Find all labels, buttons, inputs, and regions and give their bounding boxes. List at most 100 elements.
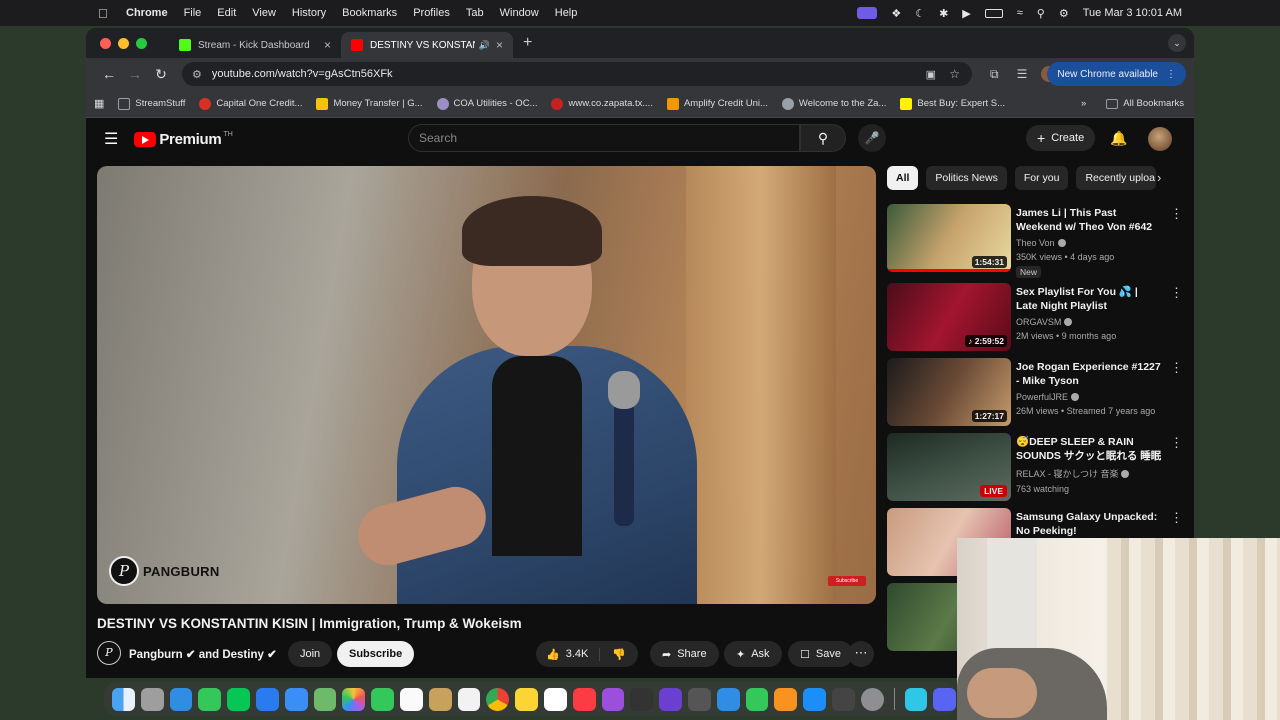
- finder-app-icon[interactable]: [112, 687, 135, 711]
- menubar-clock[interactable]: Tue Mar 3 10:01 AM: [1083, 7, 1182, 19]
- subscribe-button[interactable]: Subscribe: [337, 641, 415, 667]
- system-settings-app-icon[interactable]: [860, 687, 884, 711]
- chevron-right-icon[interactable]: ›: [1157, 170, 1161, 185]
- menu-tab[interactable]: Tab: [466, 7, 484, 19]
- wifi-icon[interactable]: ≈: [1017, 7, 1023, 19]
- chevron-right-double-icon[interactable]: »: [1081, 98, 1086, 109]
- new-tab-button[interactable]: +: [523, 34, 532, 52]
- podcasts-app-icon[interactable]: [601, 687, 625, 711]
- apps-grid-icon[interactable]: ▦: [94, 97, 104, 110]
- menu-view[interactable]: View: [252, 7, 276, 19]
- minimize-window-button[interactable]: [118, 37, 129, 49]
- recommended-video[interactable]: 1:27:17 Joe Rogan Experience #1227 - Mik…: [887, 358, 1187, 433]
- save-button[interactable]: ☐ Save: [788, 641, 853, 667]
- video-title[interactable]: 😴DEEP SLEEP & RAIN SOUNDS サクッと眠れる 睡眠用BGM…: [1016, 435, 1162, 463]
- video-thumbnail[interactable]: 1:54:31: [887, 204, 1011, 272]
- bookmark-item[interactable]: Welcome to the Za...: [781, 97, 886, 110]
- launchpad-app-icon[interactable]: [140, 687, 164, 711]
- more-actions-button[interactable]: ⋯: [848, 641, 874, 667]
- bookmark-item[interactable]: StreamStuff: [118, 97, 185, 110]
- music-app-icon[interactable]: [572, 687, 596, 711]
- apple-menu-icon[interactable]: : [98, 6, 112, 21]
- keynote-app-icon[interactable]: [716, 687, 740, 711]
- menu-edit[interactable]: Edit: [217, 7, 236, 19]
- video-thumbnail[interactable]: LIVE: [887, 433, 1011, 501]
- bookmark-item[interactable]: Amplify Credit Uni...: [666, 97, 768, 110]
- dropbox-icon[interactable]: ❖: [891, 7, 901, 20]
- close-tab-icon[interactable]: ×: [496, 38, 503, 52]
- new-chrome-available-button[interactable]: New Chrome available ⋮: [1047, 62, 1186, 86]
- media-control-icon[interactable]: ☰: [1017, 67, 1028, 81]
- bookmark-item[interactable]: COA Utilities - OC...: [436, 97, 537, 110]
- menu-bookmarks[interactable]: Bookmarks: [342, 7, 397, 19]
- safari-app-icon[interactable]: [169, 687, 193, 711]
- channel-name[interactable]: Pangburn ✔ and Destiny ✔: [129, 647, 277, 661]
- extensions-icon[interactable]: ⧉: [990, 67, 999, 82]
- maps-app-icon[interactable]: [313, 687, 337, 711]
- utility-app-icon[interactable]: [904, 687, 928, 711]
- menu-history[interactable]: History: [292, 7, 326, 19]
- video-title[interactable]: Samsung Galaxy Unpacked: No Peeking!: [1016, 510, 1162, 538]
- kebab-menu-icon[interactable]: ⋮: [1170, 510, 1183, 526]
- all-bookmarks-button[interactable]: All Bookmarks: [1123, 98, 1184, 109]
- screen-share-icon[interactable]: [857, 7, 878, 19]
- dislike-button[interactable]: 👎: [600, 648, 626, 661]
- channel-avatar[interactable]: P: [97, 641, 121, 665]
- recommended-video[interactable]: 1:54:31 James Li | This Past Weekend w/ …: [887, 204, 1187, 279]
- menu-file[interactable]: File: [184, 7, 202, 19]
- bookmark-item[interactable]: Capital One Credit...: [199, 97, 302, 110]
- kebab-menu-icon[interactable]: ⋮: [1170, 206, 1183, 222]
- bookmark-item[interactable]: www.co.zapata.tx....: [551, 97, 653, 110]
- numbers-app-icon[interactable]: [745, 687, 769, 711]
- pages-app-icon[interactable]: [774, 687, 798, 711]
- account-avatar[interactable]: [1148, 127, 1172, 151]
- video-thumbnail[interactable]: ♪ 2:59:52: [887, 283, 1011, 351]
- chip-recently-uploaded[interactable]: Recently uploa: [1076, 166, 1157, 190]
- recommended-video[interactable]: LIVE 😴DEEP SLEEP & RAIN SOUNDS サクッと眠れる 睡…: [887, 433, 1187, 508]
- like-button[interactable]: 👍 3.4K: [536, 647, 600, 661]
- battery-icon[interactable]: [984, 8, 1003, 18]
- messages-app-icon[interactable]: [198, 687, 222, 711]
- youtube-premium-logo[interactable]: Premium TH: [134, 131, 233, 148]
- ask-button[interactable]: ✦ Ask: [724, 641, 782, 667]
- join-button[interactable]: Join: [288, 641, 333, 667]
- site-info-icon[interactable]: ⚙: [192, 68, 202, 81]
- notifications-bell-icon[interactable]: 🔔: [1110, 130, 1127, 147]
- back-button[interactable]: ←: [96, 66, 122, 82]
- messenger-app-icon[interactable]: [255, 687, 279, 711]
- script-editor-app-icon[interactable]: [687, 687, 711, 711]
- tab-youtube-video[interactable]: DESTINY VS KONSTANTIN 🔊 ×: [341, 32, 513, 58]
- channel-name[interactable]: ORGAVSM: [1016, 317, 1162, 327]
- kebab-menu-icon[interactable]: ⋮: [1166, 69, 1176, 80]
- close-window-button[interactable]: [100, 37, 111, 49]
- speaker-icon[interactable]: 🔊: [479, 40, 490, 51]
- reminders-app-icon[interactable]: [457, 687, 481, 711]
- bookmark-item[interactable]: Best Buy: Expert S...: [900, 97, 1005, 110]
- channel-name[interactable]: RELAX - 寝かしつけ 音楽: [1016, 467, 1162, 480]
- video-title[interactable]: Sex Playlist For You 💦 | Late Night Play…: [1016, 285, 1162, 313]
- bookmark-star-icon[interactable]: ☆: [949, 67, 960, 81]
- chip-all[interactable]: All: [887, 166, 919, 190]
- video-player[interactable]: P PANGBURN Subscribe: [97, 166, 876, 604]
- discord-app-icon[interactable]: [933, 687, 957, 711]
- menu-help[interactable]: Help: [555, 7, 578, 19]
- chrome-app-icon[interactable]: [486, 687, 510, 711]
- freeform-app-icon[interactable]: [543, 687, 567, 711]
- kebab-menu-icon[interactable]: ⋮: [1170, 360, 1183, 376]
- spotlight-search-icon[interactable]: ⚲: [1037, 7, 1045, 20]
- hamburger-menu-icon[interactable]: ☰: [104, 129, 118, 149]
- line-app-icon[interactable]: [227, 687, 250, 711]
- activity-monitor-app-icon[interactable]: [630, 687, 654, 711]
- address-bar[interactable]: ⚙ youtube.com/watch?v=gAsCtn56XFk ▣ ☆: [182, 62, 972, 86]
- play-icon[interactable]: ▶: [962, 7, 970, 20]
- chip-for-you[interactable]: For you: [1014, 166, 1069, 190]
- zoom-window-button[interactable]: [136, 37, 147, 49]
- recommended-video[interactable]: ♪ 2:59:52 Sex Playlist For You 💦 | Late …: [887, 283, 1187, 358]
- tab-search-chevron-icon[interactable]: ⌄: [1168, 34, 1186, 52]
- forward-button[interactable]: →: [122, 66, 148, 82]
- bluetooth-icon[interactable]: ✱: [939, 7, 948, 20]
- chip-politics-news[interactable]: Politics News: [926, 166, 1007, 190]
- menu-window[interactable]: Window: [500, 7, 539, 19]
- share-button[interactable]: ➦ Share: [650, 641, 719, 667]
- channel-name[interactable]: Theo Von: [1016, 238, 1162, 248]
